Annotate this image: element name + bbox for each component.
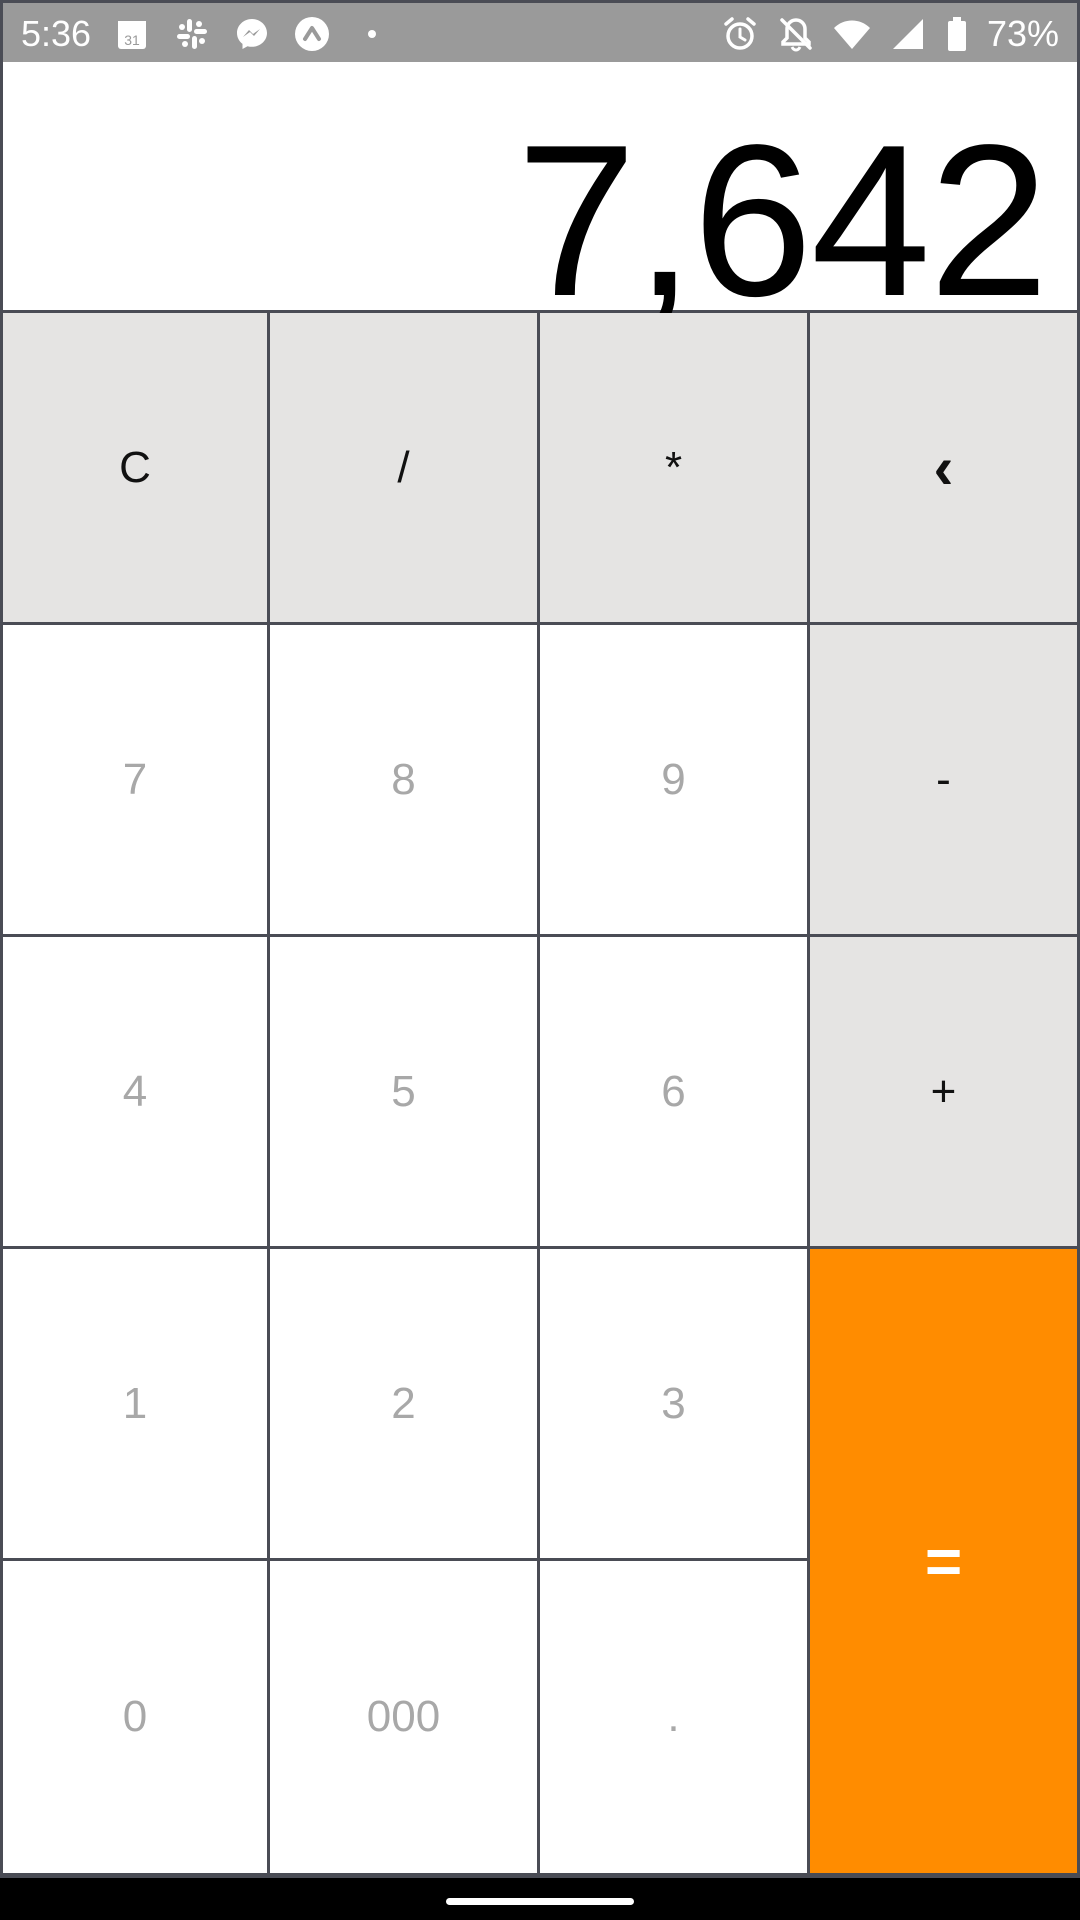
keypad: C / * ‹ 7 8 9 - 4 5 6 + 1 2 3 = 0 000 . (0, 310, 1080, 1878)
app-circle-icon (293, 15, 331, 53)
status-bar-right: 73% (721, 3, 1059, 65)
battery-percentage: 73% (986, 13, 1059, 54)
status-bar-left: 5:36 31 (21, 3, 391, 65)
status-bar: 5:36 31 73% (0, 0, 1080, 62)
status-time: 5:36 (21, 13, 92, 54)
digit-6-button[interactable]: 6 (540, 937, 807, 1246)
battery-icon (945, 15, 969, 53)
clear-button[interactable]: C (3, 313, 267, 622)
digit-8-button[interactable]: 8 (270, 625, 537, 934)
messenger-icon (233, 15, 271, 53)
equals-button[interactable]: = (810, 1249, 1077, 1873)
digit-7-button[interactable]: 7 (3, 625, 267, 934)
plus-button[interactable]: + (810, 937, 1077, 1246)
navigation-bar (0, 1878, 1080, 1920)
triple-zero-button[interactable]: 000 (270, 1561, 537, 1873)
home-gesture-handle[interactable] (446, 1898, 634, 1905)
digit-5-button[interactable]: 5 (270, 937, 537, 1246)
result-display: 7,642 (3, 62, 1077, 328)
slack-icon (173, 15, 211, 53)
divide-button[interactable]: / (270, 313, 537, 622)
bell-off-icon (777, 15, 815, 53)
minus-button[interactable]: - (810, 625, 1077, 934)
backspace-button[interactable]: ‹ (810, 313, 1077, 622)
wifi-icon (833, 15, 871, 53)
digit-4-button[interactable]: 4 (3, 937, 267, 1246)
display-value: 7,642 (516, 99, 1049, 341)
multiply-button[interactable]: * (540, 313, 807, 622)
decimal-button[interactable]: . (540, 1561, 807, 1873)
alarm-icon (721, 15, 759, 53)
digit-9-button[interactable]: 9 (540, 625, 807, 934)
digit-2-button[interactable]: 2 (270, 1249, 537, 1558)
calendar-day: 31 (124, 32, 140, 48)
calendar-icon: 31 (113, 15, 151, 53)
digit-1-button[interactable]: 1 (3, 1249, 267, 1558)
signal-icon (889, 15, 927, 53)
digit-3-button[interactable]: 3 (540, 1249, 807, 1558)
digit-0-button[interactable]: 0 (3, 1561, 267, 1873)
calculator-screen: 5:36 31 73% 7,642 C / * ‹ 7 8 9 - 4 5 6 … (0, 0, 1080, 1920)
notification-dot-icon (353, 15, 391, 53)
